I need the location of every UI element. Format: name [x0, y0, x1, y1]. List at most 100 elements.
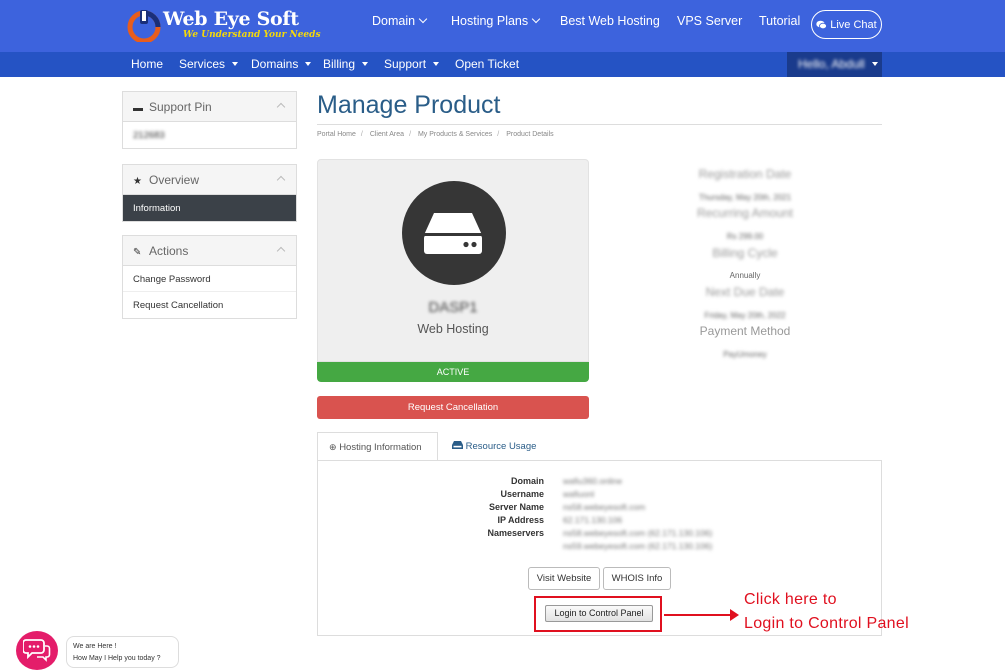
annotation-line-2: Login to Control Panel: [744, 615, 909, 632]
breadcrumb-products-services[interactable]: My Products & Services: [418, 131, 492, 138]
domain-label: Domain: [510, 476, 544, 486]
product-card: DASP1 Web Hosting: [317, 159, 589, 362]
brand-name: Web Eye Soft: [163, 8, 299, 30]
billing-cycle-text: Annually: [729, 271, 761, 280]
support-pin-number: 212683: [133, 130, 165, 141]
chat-widget-button[interactable]: [16, 631, 58, 670]
product-group: Web Hosting: [417, 322, 489, 336]
nameserver-2: ns59.webeyesoft.com (62.171.130.106): [563, 541, 713, 551]
chat-widget-message[interactable]: We are Here ! How May I Help you today ?: [66, 636, 179, 668]
next-due-date-value: Friday, May 20th, 2022: [660, 305, 830, 323]
topnav-vps-server[interactable]: VPS Server: [677, 14, 742, 28]
breadcrumb-separator: /: [360, 131, 363, 138]
support-pin-header[interactable]: ▬ Support Pin: [123, 92, 296, 122]
tab-resource-usage[interactable]: Resource Usage: [441, 432, 551, 461]
topnav-tutorial[interactable]: Tutorial: [759, 14, 800, 28]
payment-method-label-text: Payment Method: [699, 324, 791, 338]
subnav-support[interactable]: Support: [384, 57, 440, 71]
subnav-services[interactable]: Services: [179, 57, 239, 71]
server-name-value: ns58.webeyesoft.com: [563, 502, 646, 512]
actions-title: Actions: [149, 244, 189, 258]
visit-website-button[interactable]: Visit Website: [528, 567, 600, 590]
status-badge: ACTIVE: [317, 362, 589, 382]
title-divider: [317, 124, 882, 125]
top-navbar: Web Eye Soft We Understand Your Needs Do…: [0, 0, 1005, 52]
subnav-home[interactable]: Home: [131, 57, 163, 71]
topnav-hosting-plans-label: Hosting Plans: [451, 14, 529, 28]
subnav-domains[interactable]: Domains: [251, 57, 312, 71]
next-due-date-label: Next Due Date: [660, 283, 830, 301]
sidebar-item-change-password[interactable]: Change Password: [123, 266, 296, 292]
breadcrumb-separator: /: [409, 131, 412, 138]
payment-method-label: Payment Method: [660, 322, 830, 340]
request-cancellation-button[interactable]: Request Cancellation: [317, 396, 589, 419]
subnav-open-ticket[interactable]: Open Ticket: [455, 57, 519, 71]
topnav-domain[interactable]: Domain: [372, 14, 428, 28]
overview-header[interactable]: ★ Overview: [123, 165, 296, 195]
recurring-amount-value: Rs 299.00: [660, 226, 830, 244]
breadcrumb-client-area[interactable]: Client Area: [370, 131, 404, 138]
topnav-domain-label: Domain: [372, 14, 416, 28]
topnav-best-web-hosting[interactable]: Best Web Hosting: [560, 14, 660, 28]
live-chat-button[interactable]: Live Chat: [811, 10, 882, 39]
ip-address-label: IP Address: [497, 515, 544, 525]
tab-hosting-information-label: Hosting Information: [339, 442, 422, 453]
product-name: DASP1: [428, 299, 478, 316]
user-greeting: Hello, Abdull: [798, 57, 865, 71]
chat-icon: [816, 20, 828, 29]
logo-mark-icon: [127, 10, 161, 42]
next-due-date-label-text: Next Due Date: [705, 285, 785, 299]
subnav-billing-label: Billing: [323, 57, 356, 71]
actions-panel: ✎ Actions Change Password Request Cancell…: [122, 235, 297, 319]
ip-address-value: 62.171.130.106: [563, 515, 623, 525]
chat-message-line-1: We are Here !: [73, 643, 117, 650]
page-title: Manage Product: [317, 91, 501, 119]
subnav-billing[interactable]: Billing: [323, 57, 369, 71]
overview-title: Overview: [149, 173, 200, 187]
domain-value: wafiu360.online: [563, 476, 623, 486]
actions-header[interactable]: ✎ Actions: [123, 236, 296, 266]
server-icon: [402, 181, 506, 285]
nameserver-1: ns58.webeyesoft.com (62.171.130.106): [563, 528, 713, 538]
subnav-domains-label: Domains: [251, 57, 299, 71]
annotation-arrow: [664, 614, 732, 616]
chevron-down-icon: [531, 14, 541, 24]
sidebar-item-request-cancellation[interactable]: Request Cancellation: [123, 292, 296, 318]
keyboard-icon: ▬: [133, 103, 143, 114]
brand-logo[interactable]: Web Eye Soft We Understand Your Needs: [127, 6, 321, 46]
star-icon: ★: [133, 176, 142, 187]
registration-date-text: Thursday, May 20th, 2021: [698, 193, 792, 202]
live-chat-label: Live Chat: [830, 18, 877, 31]
topnav-hosting-plans[interactable]: Hosting Plans: [451, 14, 541, 28]
chevron-up-icon[interactable]: [276, 246, 286, 256]
chevron-down-icon: [418, 14, 428, 24]
billing-cycle-label-text: Billing Cycle: [712, 246, 778, 260]
chevron-up-icon[interactable]: [276, 102, 286, 112]
breadcrumb-portal-home[interactable]: Portal Home: [317, 131, 356, 138]
recurring-amount-text: Rs 299.00: [726, 232, 764, 241]
subnav-support-label: Support: [384, 57, 427, 71]
caret-down-icon: [305, 62, 312, 66]
nameservers-label: Nameservers: [487, 528, 544, 538]
subnav-services-label: Services: [179, 57, 226, 71]
sidebar-item-information[interactable]: Information: [123, 195, 296, 221]
chevron-up-icon[interactable]: [276, 175, 286, 185]
whois-info-button[interactable]: WHOIS Info: [603, 567, 671, 590]
breadcrumb: Portal Home / Client Area / My Products & …: [317, 131, 554, 138]
user-menu[interactable]: Hello, Abdull: [787, 52, 882, 77]
annotation-line-1: Click here to: [744, 591, 837, 608]
breadcrumb-product-details: Product Details: [506, 131, 554, 138]
overview-panel: ★ Overview Information: [122, 164, 297, 222]
support-pin-title: Support Pin: [149, 100, 212, 114]
globe-icon: ⊕: [329, 442, 337, 452]
tab-hosting-information[interactable]: ⊕ Hosting Information: [317, 432, 438, 461]
chat-message-line-2: How May I Help you today ?: [73, 655, 161, 662]
registration-date-label-text: Registration Date: [698, 167, 792, 181]
username-value: wafiuonl: [563, 489, 595, 499]
caret-down-icon: [871, 62, 878, 66]
server-name-label: Server Name: [488, 502, 544, 512]
arrow-right-icon: [730, 609, 739, 621]
chat-bubbles-icon: [23, 639, 51, 662]
hard-drive-icon: [424, 213, 482, 254]
login-control-panel-button[interactable]: Login to Control Panel: [545, 605, 653, 622]
